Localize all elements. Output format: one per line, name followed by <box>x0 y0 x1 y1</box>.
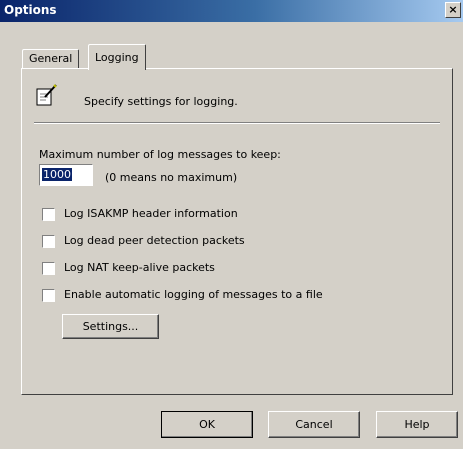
settings-button-label: Settings... <box>82 320 139 333</box>
cancel-button[interactable]: Cancel <box>268 411 360 438</box>
tab-general-label: General <box>29 52 73 65</box>
close-button[interactable]: × <box>445 2 461 18</box>
close-icon: × <box>448 3 458 16</box>
checkbox-label: Log dead peer detection packets <box>64 234 245 247</box>
help-button-label: Help <box>404 418 430 431</box>
checkbox-box[interactable] <box>42 208 55 221</box>
checkbox-log-isakmp[interactable]: Log ISAKMP header information <box>42 207 442 223</box>
tab-logging-label: Logging <box>95 51 139 64</box>
logging-panel: Specify settings for logging. Maximum nu… <box>21 68 453 395</box>
title-bar[interactable]: Options × <box>0 0 463 22</box>
separator <box>34 122 440 124</box>
header-description: Specify settings for logging. <box>84 95 238 108</box>
notepad-pencil-icon <box>36 84 57 106</box>
checkbox-box[interactable] <box>42 235 55 248</box>
max-messages-value: 1000 <box>42 168 72 181</box>
ok-button[interactable]: OK <box>161 411 253 438</box>
settings-button[interactable]: Settings... <box>62 314 159 339</box>
checkbox-label: Log ISAKMP header information <box>64 207 238 220</box>
options-dialog: Options × General Logging Specify settin… <box>0 0 463 449</box>
tab-general[interactable]: General <box>22 49 80 68</box>
help-button[interactable]: Help <box>376 411 458 438</box>
checkbox-log-dpd[interactable]: Log dead peer detection packets <box>42 234 442 250</box>
cancel-button-label: Cancel <box>295 418 333 431</box>
window-title: Options <box>4 3 57 17</box>
checkbox-box[interactable] <box>42 289 55 302</box>
ok-button-label: OK <box>199 418 215 431</box>
checkbox-auto-logging[interactable]: Enable automatic logging of messages to … <box>42 288 442 304</box>
tab-logging[interactable]: Logging <box>88 44 146 70</box>
checkbox-log-nat-keepalive[interactable]: Log NAT keep-alive packets <box>42 261 442 277</box>
checkbox-box[interactable] <box>42 262 55 275</box>
max-messages-label: Maximum number of log messages to keep: <box>39 148 281 161</box>
checkbox-label: Log NAT keep-alive packets <box>64 261 215 274</box>
max-messages-input[interactable]: 1000 <box>39 164 93 186</box>
checkbox-label: Enable automatic logging of messages to … <box>64 288 323 301</box>
max-messages-hint: (0 means no maximum) <box>105 171 238 184</box>
